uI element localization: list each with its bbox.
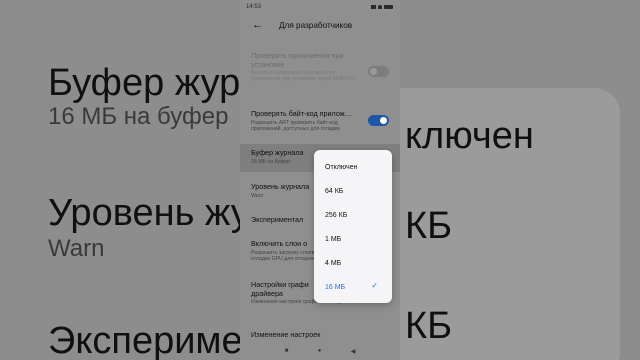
bg-text-right-2: КБ <box>405 205 453 247</box>
verify-install-toggle[interactable] <box>368 66 389 77</box>
verify-bytecode-toggle[interactable] <box>368 115 389 126</box>
setting-verify-apps-install[interactable]: Проверять приложения при установке Выпол… <box>240 51 400 82</box>
setting-verify-bytecode[interactable]: Проверять байт-код прилож… Разрешить ART… <box>240 109 400 132</box>
battery-icon <box>384 5 393 9</box>
bg-text-right-1: ключен <box>405 115 534 157</box>
setting-title: Проверять приложения при установке <box>251 51 344 69</box>
home-icon[interactable]: ● <box>318 348 322 354</box>
option-64kb[interactable]: 64 КБ <box>314 179 392 203</box>
log-buffer-dropdown: Отключен 64 КБ 256 КБ 1 МБ 4 МБ 16 МБ ✓ <box>314 150 392 303</box>
option-4mb[interactable]: 4 МБ <box>314 251 392 275</box>
recents-icon[interactable]: ■ <box>285 348 289 354</box>
option-label: 16 МБ <box>325 283 346 291</box>
navigation-bar: ■ ● ◀ <box>240 342 400 360</box>
signal-icon <box>371 5 376 9</box>
setting-subtitle: Выполнять проверку безопасности приложен… <box>251 70 356 82</box>
bg-text-right-3: КБ <box>405 305 453 347</box>
status-icons <box>371 5 393 9</box>
check-icon: ✓ <box>371 281 378 290</box>
setting-title: Изменение настроек <box>251 330 321 339</box>
wifi-icon <box>378 5 382 9</box>
status-bar: 14:53 <box>240 0 400 14</box>
back-arrow-icon[interactable]: ← <box>252 20 264 31</box>
back-nav-icon[interactable]: ◀ <box>351 348 356 355</box>
option-256kb[interactable]: 256 КБ <box>314 203 392 227</box>
status-time: 14:53 <box>246 4 262 10</box>
page-title: Для разработчиков <box>279 20 353 30</box>
bg-text-warn: Warn <box>48 235 105 262</box>
setting-change-settings[interactable]: Изменение настроек <box>240 330 400 340</box>
option-disabled[interactable]: Отключен <box>314 155 392 179</box>
setting-title: Проверять байт-код прилож… <box>251 109 352 118</box>
setting-subtitle: Разрешить ART проверять байт-код приложе… <box>251 119 340 132</box>
app-bar: ← Для разработчиков <box>240 14 400 36</box>
setting-title: Настройки графи драйвера <box>251 280 309 298</box>
option-1mb[interactable]: 1 МБ <box>314 227 392 251</box>
bg-text-buffer-size: 16 МБ на буфер <box>48 103 229 130</box>
option-16mb[interactable]: 16 МБ ✓ <box>314 275 392 299</box>
setting-subtitle: Разрешить загрузку слоев отладки GPU для… <box>251 249 320 262</box>
